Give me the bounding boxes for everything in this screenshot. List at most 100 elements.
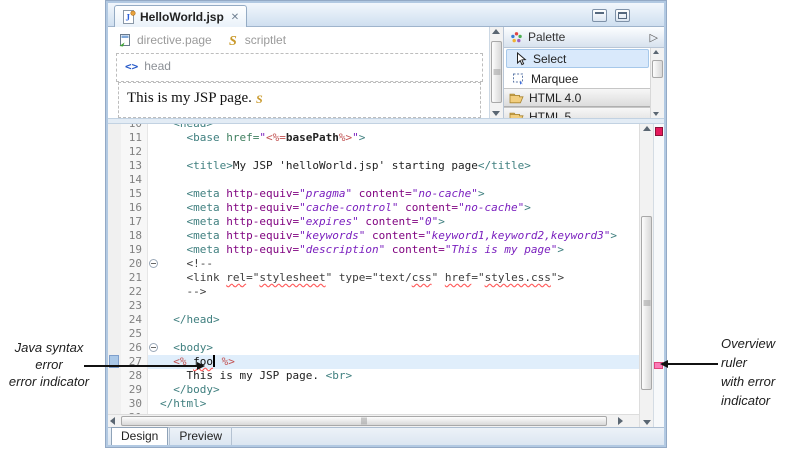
fold-column	[148, 327, 160, 341]
page-tab-design[interactable]: Design	[111, 427, 168, 445]
close-icon[interactable]: ✕	[231, 12, 239, 23]
minimize-button[interactable]	[592, 9, 607, 22]
screenshot-stage: J HelloWorld.jsp ✕ directive.page Sscript…	[0, 0, 800, 450]
annotation-ruler-cell	[108, 124, 121, 131]
code-viewport[interactable]: 10 <head>11 <base href="<%=basePath%>">1…	[108, 124, 639, 414]
code-text: <head>	[160, 124, 213, 131]
tag-glyph: <>	[125, 60, 138, 73]
fold-column	[148, 383, 160, 397]
code-line-22[interactable]: 22 -->	[108, 285, 639, 299]
code-line-23[interactable]: 23	[108, 299, 639, 313]
code-line-29[interactable]: 29 </body>	[108, 383, 639, 397]
annotation-ruler-cell	[108, 383, 121, 397]
vertical-scrollbar[interactable]	[639, 124, 653, 427]
page-tab-preview[interactable]: Preview	[169, 427, 232, 445]
editor-tab-bar: J HelloWorld.jsp ✕	[108, 3, 664, 27]
overview-ruler[interactable]	[653, 124, 664, 427]
code-text: <title>My JSP 'helloWorld.jsp' starting …	[160, 159, 531, 173]
code-line-12[interactable]: 12	[108, 145, 639, 159]
palette-header[interactable]: Palette ▷	[504, 27, 664, 48]
scrollbar-thumb[interactable]	[652, 60, 663, 78]
svg-text:S: S	[229, 34, 237, 47]
line-number: 13	[121, 159, 148, 173]
scroll-left-icon[interactable]	[110, 417, 115, 425]
annotation-ruler-cell	[108, 159, 121, 173]
code-line-19[interactable]: 19 <meta http-equiv="description" conten…	[108, 243, 639, 257]
code-line-26[interactable]: 26 <body>	[108, 341, 639, 355]
code-line-25[interactable]: 25	[108, 327, 639, 341]
scrollbar-thumb[interactable]	[121, 416, 607, 426]
annotation-text: error indicator	[0, 373, 98, 390]
design-vertical-scrollbar[interactable]	[489, 27, 504, 118]
palette-tool-marquee[interactable]: Marquee	[504, 69, 651, 88]
scroll-down-icon[interactable]	[492, 111, 500, 116]
scrollbar-thumb[interactable]	[491, 41, 502, 103]
horizontal-scrollbar[interactable]	[108, 414, 639, 427]
annotation-ruler-cell	[108, 215, 121, 229]
fold-collapse-icon[interactable]	[149, 343, 158, 352]
palette-scrollbar[interactable]	[650, 48, 664, 118]
left-annotation-arrow	[84, 365, 198, 367]
code-line-17[interactable]: 17 <meta http-equiv="expires" content="0…	[108, 215, 639, 229]
overview-error-header-icon[interactable]	[655, 127, 663, 136]
code-text: <meta http-equiv="pragma" content="no-ca…	[160, 187, 485, 201]
line-number: 30	[121, 397, 148, 411]
fold-column	[148, 159, 160, 173]
design-view[interactable]: directive.page Sscriptlet <> head This is…	[108, 27, 489, 118]
palette-expand-icon[interactable]: ▷	[650, 31, 658, 44]
code-line-10[interactable]: 10 <head>	[108, 124, 639, 131]
annotation-ruler-cell	[108, 397, 121, 411]
code-line-15[interactable]: 15 <meta http-equiv="pragma" content="no…	[108, 187, 639, 201]
scroll-down-icon[interactable]	[653, 112, 659, 116]
code-line-14[interactable]: 14	[108, 173, 639, 187]
maximize-button[interactable]	[615, 9, 630, 22]
code-text: This is my JSP page. <br>	[160, 369, 352, 383]
design-body-text: This is my JSP page.	[127, 90, 252, 107]
breadcrumb-item[interactable]: Sscriptlet	[228, 33, 286, 47]
line-number: 28	[121, 369, 148, 383]
annotation-ruler-cell	[108, 243, 121, 257]
source-editor: 10 <head>11 <base href="<%=basePath%>">1…	[108, 124, 664, 427]
svg-text:J: J	[126, 13, 131, 23]
line-number: 23	[121, 299, 148, 313]
scroll-down-icon[interactable]	[643, 420, 651, 425]
scroll-up-icon[interactable]	[653, 50, 659, 54]
code-line-20[interactable]: 20 <!--	[108, 257, 639, 271]
left-arrowhead-icon	[197, 362, 205, 370]
code-text: </html>	[160, 397, 206, 411]
line-number: 20	[121, 257, 148, 271]
code-line-16[interactable]: 16 <meta http-equiv="cache-control" cont…	[108, 201, 639, 215]
palette-drawer-html40[interactable]: HTML 4.0	[504, 88, 651, 107]
scroll-right-icon[interactable]	[618, 417, 623, 425]
code-line-24[interactable]: 24 </head>	[108, 313, 639, 327]
fold-collapse-icon[interactable]	[149, 259, 158, 268]
fold-column	[148, 215, 160, 229]
fold-column	[148, 131, 160, 145]
page-tabs: DesignPreview	[108, 427, 664, 445]
code-line-21[interactable]: 21 <link rel="stylesheet" type="text/css…	[108, 271, 639, 285]
code-line-13[interactable]: 13 <title>My JSP 'helloWorld.jsp' starti…	[108, 159, 639, 173]
annotation-ruler-cell	[108, 173, 121, 187]
code-text: <meta http-equiv="expires" content="0">	[160, 215, 445, 229]
scroll-up-icon[interactable]	[643, 126, 651, 131]
tab-helloworld-jsp[interactable]: J HelloWorld.jsp ✕	[114, 5, 247, 28]
code-line-30[interactable]: 30 </html>	[108, 397, 639, 411]
design-head-box[interactable]: <> head	[116, 53, 483, 82]
annotation-text: Java syntax error	[0, 339, 98, 373]
code-line-11[interactable]: 11 <base href="<%=basePath%>">	[108, 131, 639, 145]
code-line-18[interactable]: 18 <meta http-equiv="keywords" content="…	[108, 229, 639, 243]
line-number: 14	[121, 173, 148, 187]
palette-tool-select[interactable]: Select	[506, 49, 649, 68]
code-text: </body>	[160, 383, 220, 397]
line-number: 18	[121, 229, 148, 243]
palette-drawer-html5[interactable]: HTML 5	[504, 107, 651, 118]
breadcrumb-label: scriptlet	[245, 33, 286, 47]
palette-drawer-label: HTML 5	[529, 110, 571, 119]
breadcrumb-item[interactable]: directive.page	[118, 33, 212, 47]
line-number: 21	[121, 271, 148, 285]
scriptlet-icon: S	[228, 33, 240, 47]
design-body-box[interactable]: This is my JSP page. S	[118, 82, 481, 118]
code-line-28[interactable]: 28 This is my JSP page. <br>	[108, 369, 639, 383]
scrollbar-thumb[interactable]	[641, 216, 652, 390]
scroll-up-icon[interactable]	[492, 29, 500, 34]
